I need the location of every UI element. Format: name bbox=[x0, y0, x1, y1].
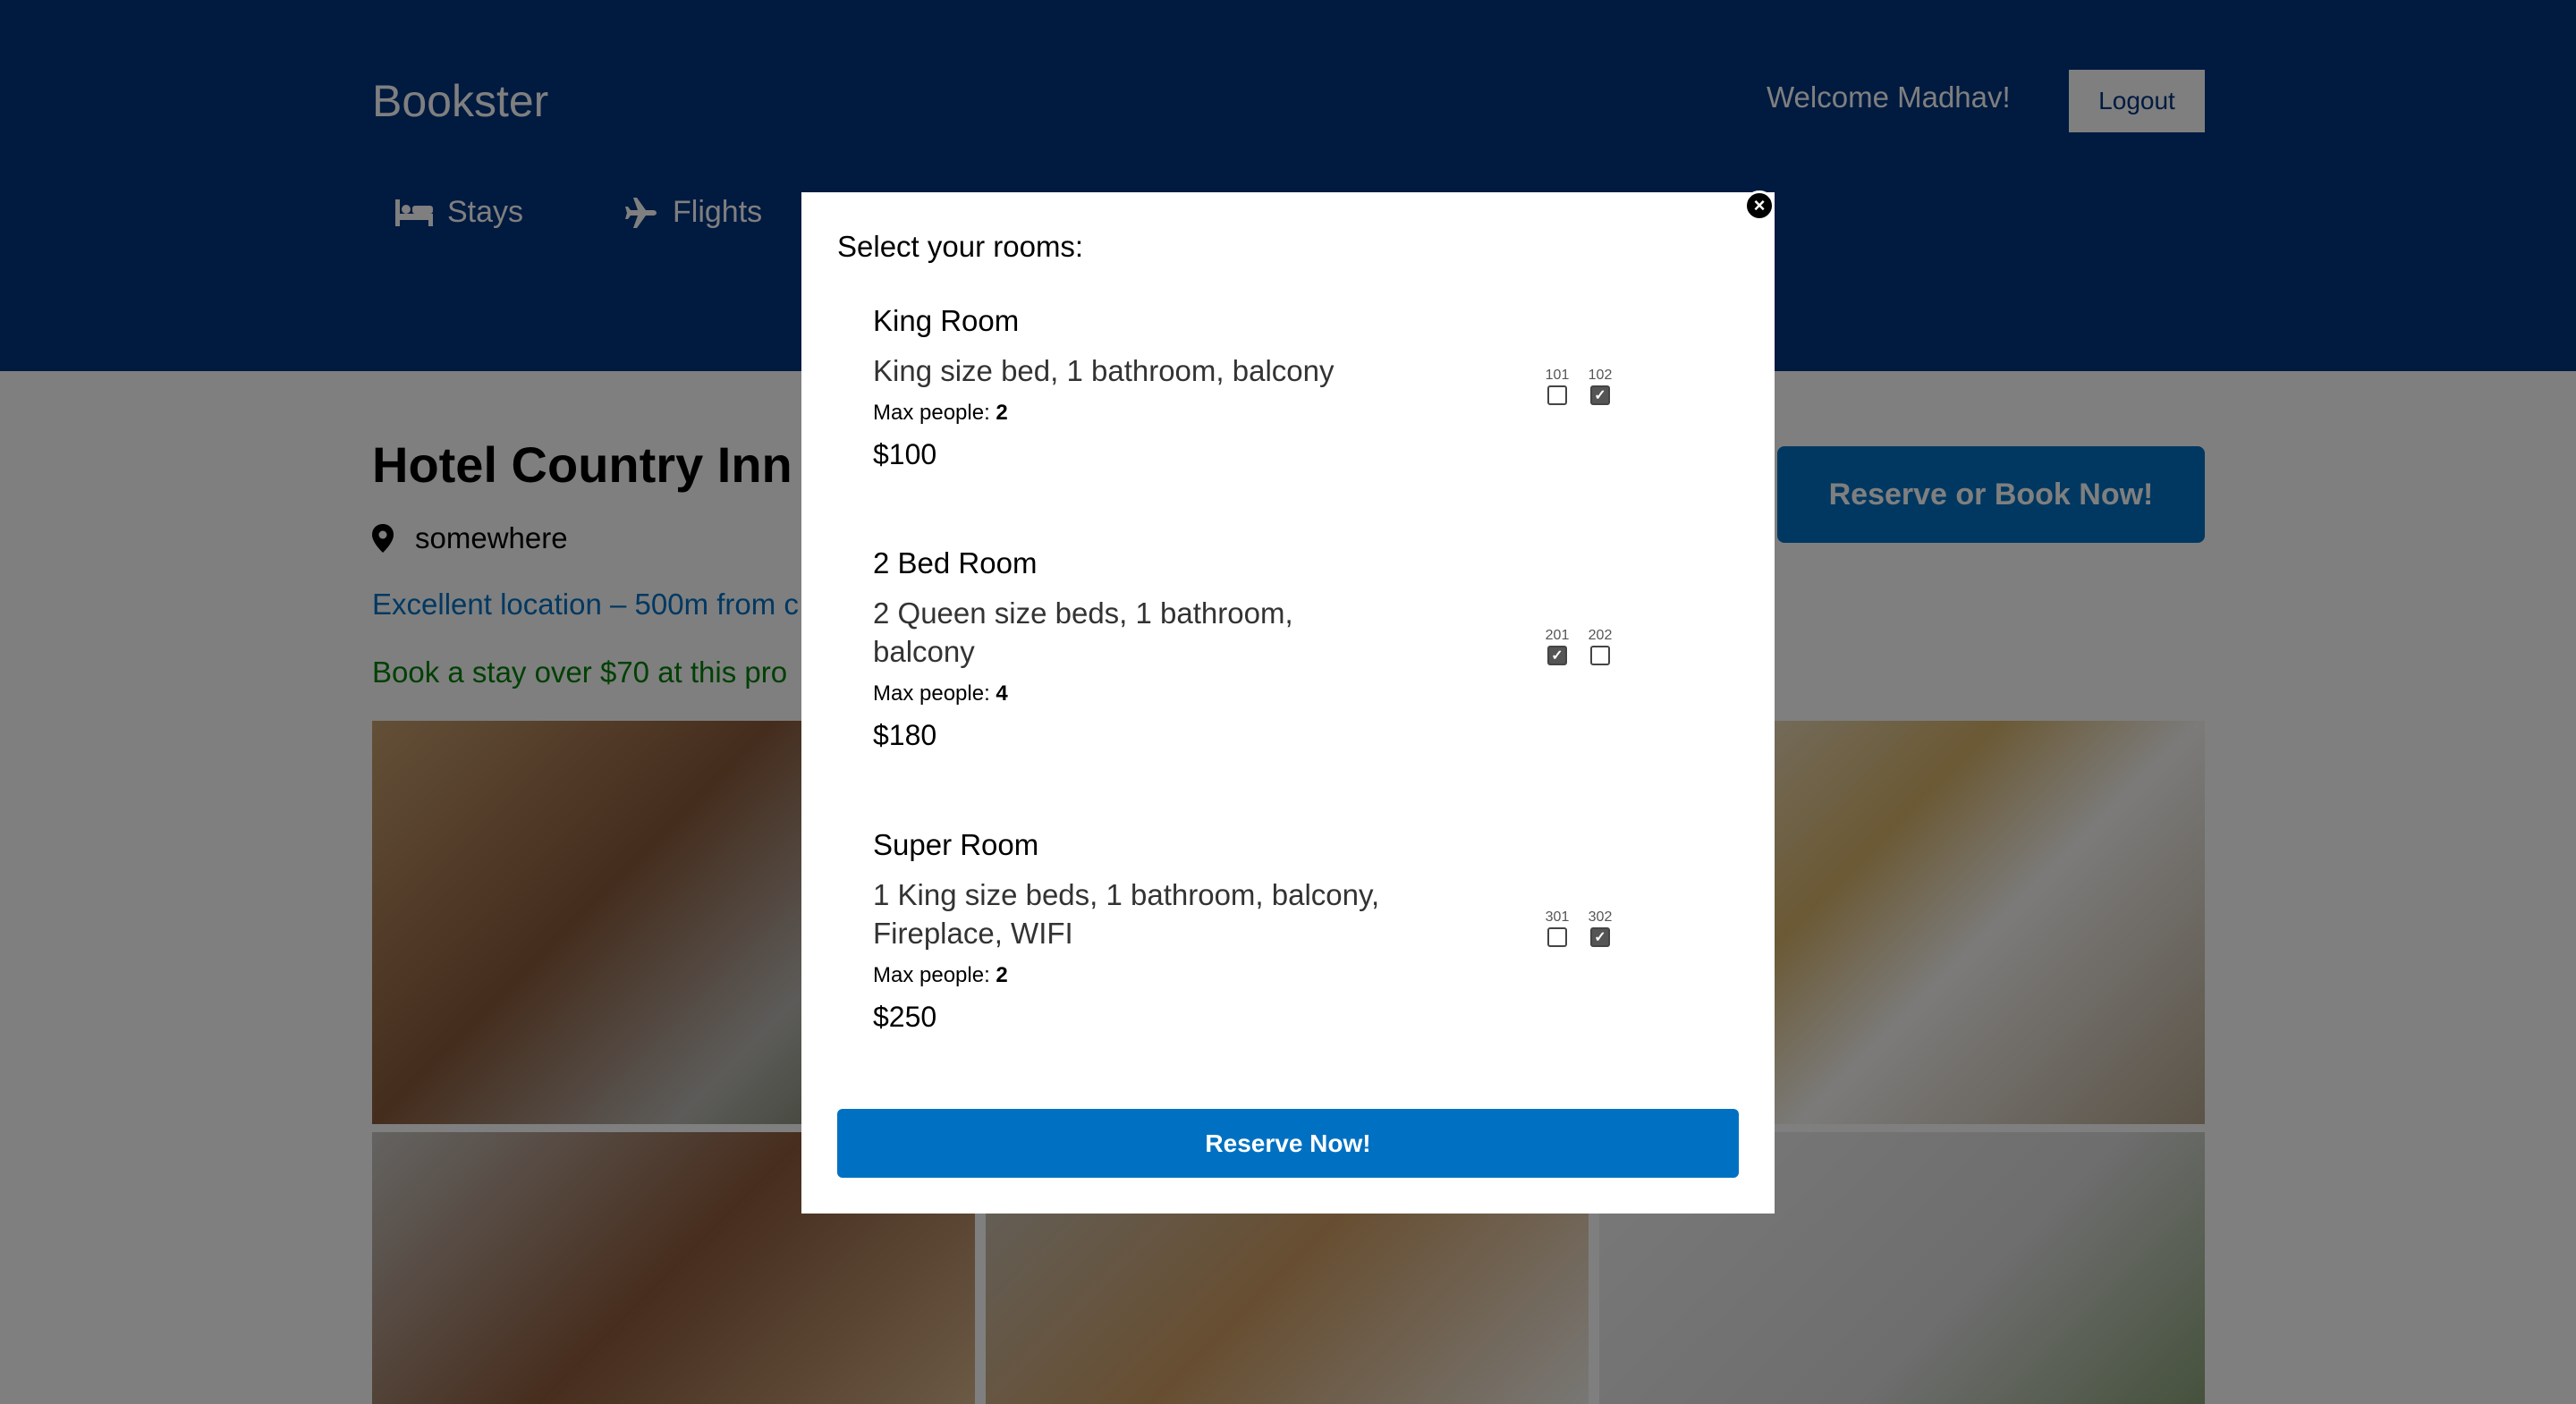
room-item: King Room King size bed, 1 bathroom, bal… bbox=[873, 303, 1750, 471]
room-max-people: Max people: 4 bbox=[873, 681, 1008, 706]
room-checkbox[interactable] bbox=[1547, 385, 1567, 405]
room-checkbox[interactable]: ✓ bbox=[1547, 646, 1567, 665]
room-price: $100 bbox=[873, 438, 937, 470]
room-number-option[interactable]: 302 ✓ bbox=[1587, 909, 1614, 947]
room-number-label: 101 bbox=[1545, 368, 1570, 383]
close-icon[interactable]: × bbox=[1744, 190, 1775, 221]
room-max-people: Max people: 2 bbox=[873, 401, 1008, 425]
room-description: 2 Queen size beds, 1 bathroom, balcony bbox=[873, 596, 1293, 668]
room-title: King Room bbox=[873, 304, 1020, 337]
room-max-people: Max people: 2 bbox=[873, 963, 1008, 987]
room-price: $250 bbox=[873, 1001, 937, 1033]
room-number-option[interactable]: 102 ✓ bbox=[1587, 368, 1614, 405]
reserve-now-button[interactable]: Reserve Now! bbox=[837, 1109, 1739, 1178]
room-number-options: 301 302 ✓ bbox=[1544, 909, 1614, 947]
room-checkbox[interactable]: ✓ bbox=[1590, 927, 1610, 947]
room-number-options: 201 ✓ 202 bbox=[1544, 628, 1614, 665]
room-number-options: 101 102 ✓ bbox=[1544, 368, 1614, 405]
room-checkbox[interactable] bbox=[1547, 927, 1567, 947]
room-number-option[interactable]: 202 bbox=[1587, 628, 1614, 665]
room-number-label: 301 bbox=[1545, 909, 1570, 925]
room-price: $180 bbox=[873, 719, 937, 751]
room-number-label: 302 bbox=[1588, 909, 1613, 925]
room-number-label: 102 bbox=[1588, 368, 1613, 383]
room-number-option[interactable]: 101 bbox=[1544, 368, 1571, 405]
room-checkbox[interactable] bbox=[1590, 646, 1610, 665]
room-checkbox[interactable]: ✓ bbox=[1590, 385, 1610, 405]
room-item: 2 Bed Room 2 Queen size beds, 1 bathroom… bbox=[873, 546, 1750, 752]
room-number-label: 202 bbox=[1588, 628, 1613, 643]
modal-title: Select your rooms: bbox=[837, 230, 1084, 263]
room-title: Super Room bbox=[873, 828, 1039, 861]
room-number-option[interactable]: 201 ✓ bbox=[1544, 628, 1571, 665]
room-number-option[interactable]: 301 bbox=[1544, 909, 1571, 947]
room-description: King size bed, 1 bathroom, balcony bbox=[873, 354, 1335, 387]
room-item: Super Room 1 King size beds, 1 bathroom,… bbox=[873, 827, 1750, 1034]
room-number-label: 201 bbox=[1545, 628, 1570, 643]
room-title: 2 Bed Room bbox=[873, 546, 1038, 579]
room-selection-modal: Select your rooms: King Room King size b… bbox=[801, 192, 1775, 1214]
room-description: 1 King size beds, 1 bathroom, balcony, F… bbox=[873, 878, 1380, 950]
